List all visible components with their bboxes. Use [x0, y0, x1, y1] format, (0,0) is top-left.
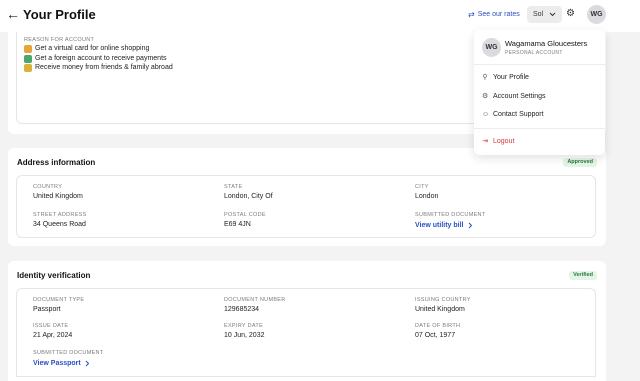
menu-item-your-profile[interactable]: ⚲ Your Profile — [482, 73, 529, 83]
logout-label: Logout — [493, 138, 515, 145]
chevron-right-icon — [468, 222, 472, 229]
avatar: WG — [482, 38, 501, 57]
reason-item: Get a virtual card for online shopping — [24, 44, 149, 53]
docnum-label: DOCUMENT NUMBER — [224, 297, 286, 303]
docnum-value: 129685234 — [224, 306, 260, 313]
reason-item-text: Get a virtual card for online shopping — [35, 45, 150, 52]
city-value: London — [415, 193, 439, 200]
issue-date-label: ISSUE DATE — [33, 323, 69, 329]
credit-card-icon — [24, 44, 32, 53]
street-value: 34 Queens Road — [33, 221, 86, 228]
country-label: COUNTRY — [33, 184, 63, 190]
status-badge: Approved — [563, 158, 597, 167]
gear-icon[interactable]: ⚙ — [566, 7, 575, 21]
issuing-value: United Kingdom — [415, 306, 465, 313]
user-icon: ⚲ — [482, 74, 488, 81]
menu-item-label: Contact Support — [493, 111, 544, 118]
logout-icon: ⇥ — [482, 138, 488, 145]
reason-item-text: Receive money from friends & family abro… — [35, 64, 173, 71]
arrow-left-icon[interactable]: ← — [6, 5, 20, 23]
menu-account-type: PERSONAL ACCOUNT — [505, 50, 563, 56]
issuing-label: ISSUING COUNTRY — [415, 297, 471, 303]
street-label: STREET ADDRESS — [33, 212, 87, 218]
menu-divider — [474, 128, 605, 129]
doctype-label: DOCUMENT TYPE — [33, 297, 85, 303]
see-rates-link[interactable]: ⇄ See our rates — [468, 9, 520, 21]
menu-item-contact-support[interactable]: ☺ Contact Support — [482, 110, 544, 120]
language-selector[interactable]: Sol — [527, 6, 563, 23]
submitted-doc-label: SUBMITTED DOCUMENT — [415, 212, 486, 218]
view-utility-bill-link[interactable]: View utility bill — [415, 221, 473, 230]
language-label: Sol — [533, 11, 544, 18]
settings-icon: ⚙ — [482, 93, 489, 100]
expiry-date-label: EXPIRY DATE — [224, 323, 264, 329]
reason-item: Receive money from friends & family abro… — [24, 63, 173, 72]
menu-item-account-settings[interactable]: ⚙ Account Settings — [482, 92, 546, 102]
address-card: Address information Approved COUNTRY Uni… — [8, 148, 606, 246]
identity-details: DOCUMENT TYPE Passport DOCUMENT NUMBER 1… — [16, 288, 596, 377]
address-title: Address information — [17, 158, 96, 167]
avatar[interactable]: WG — [587, 5, 606, 24]
menu-divider — [474, 64, 605, 65]
money-icon — [24, 63, 32, 72]
menu-user-name: Wagamama Gloucesters — [505, 39, 588, 48]
support-icon: ☺ — [482, 111, 490, 118]
profile-menu: WG Wagamama Gloucesters PERSONAL ACCOUNT… — [474, 30, 605, 155]
reason-item: Get a foreign account to receive payment… — [24, 54, 167, 63]
menu-item-label: Your Profile — [493, 74, 529, 81]
postal-label: POSTAL CODE — [224, 212, 266, 218]
state-label: STATE — [224, 184, 243, 190]
reason-item-text: Get a foreign account to receive payment… — [35, 55, 167, 62]
exchange-icon: ⇄ — [468, 10, 475, 19]
identity-title: Identity verification — [17, 271, 91, 280]
doctype-value: Passport — [33, 306, 61, 313]
logout-button[interactable]: ⇥ Logout — [482, 137, 514, 147]
city-label: CITY — [415, 184, 429, 190]
submitted-doc-label: SUBMITTED DOCUMENT — [33, 350, 104, 356]
status-badge: Verified — [569, 271, 597, 280]
view-passport-label: View Passport — [33, 360, 81, 367]
view-utility-bill-label: View utility bill — [415, 222, 464, 229]
see-rates-label: See our rates — [477, 11, 520, 18]
view-passport-link[interactable]: View Passport — [33, 359, 90, 368]
top-bar: ← Your Profile ⇄ See our rates Sol ⚙ WG — [0, 0, 640, 32]
reason-label: REASON FOR ACCOUNT — [24, 37, 95, 43]
state-value: London, City Of — [224, 193, 273, 200]
country-value: United Kingdom — [33, 193, 83, 200]
dob-label: DATE OF BIRTH — [415, 323, 461, 329]
expiry-date-value: 10 Jun, 2032 — [224, 332, 265, 339]
dob-value: 07 Oct, 1977 — [415, 332, 456, 339]
postal-value: E69 4JN — [224, 221, 251, 228]
issue-date-value: 21 Apr, 2024 — [33, 332, 73, 339]
identity-card: Identity verification Verified DOCUMENT … — [8, 261, 606, 381]
chevron-down-icon — [549, 12, 556, 17]
chevron-right-icon — [85, 360, 89, 367]
bank-icon — [24, 54, 32, 63]
page-title: Your Profile — [23, 7, 96, 22]
menu-item-label: Account Settings — [493, 93, 546, 100]
address-details: COUNTRY United Kingdom STATE London, Cit… — [16, 175, 596, 238]
